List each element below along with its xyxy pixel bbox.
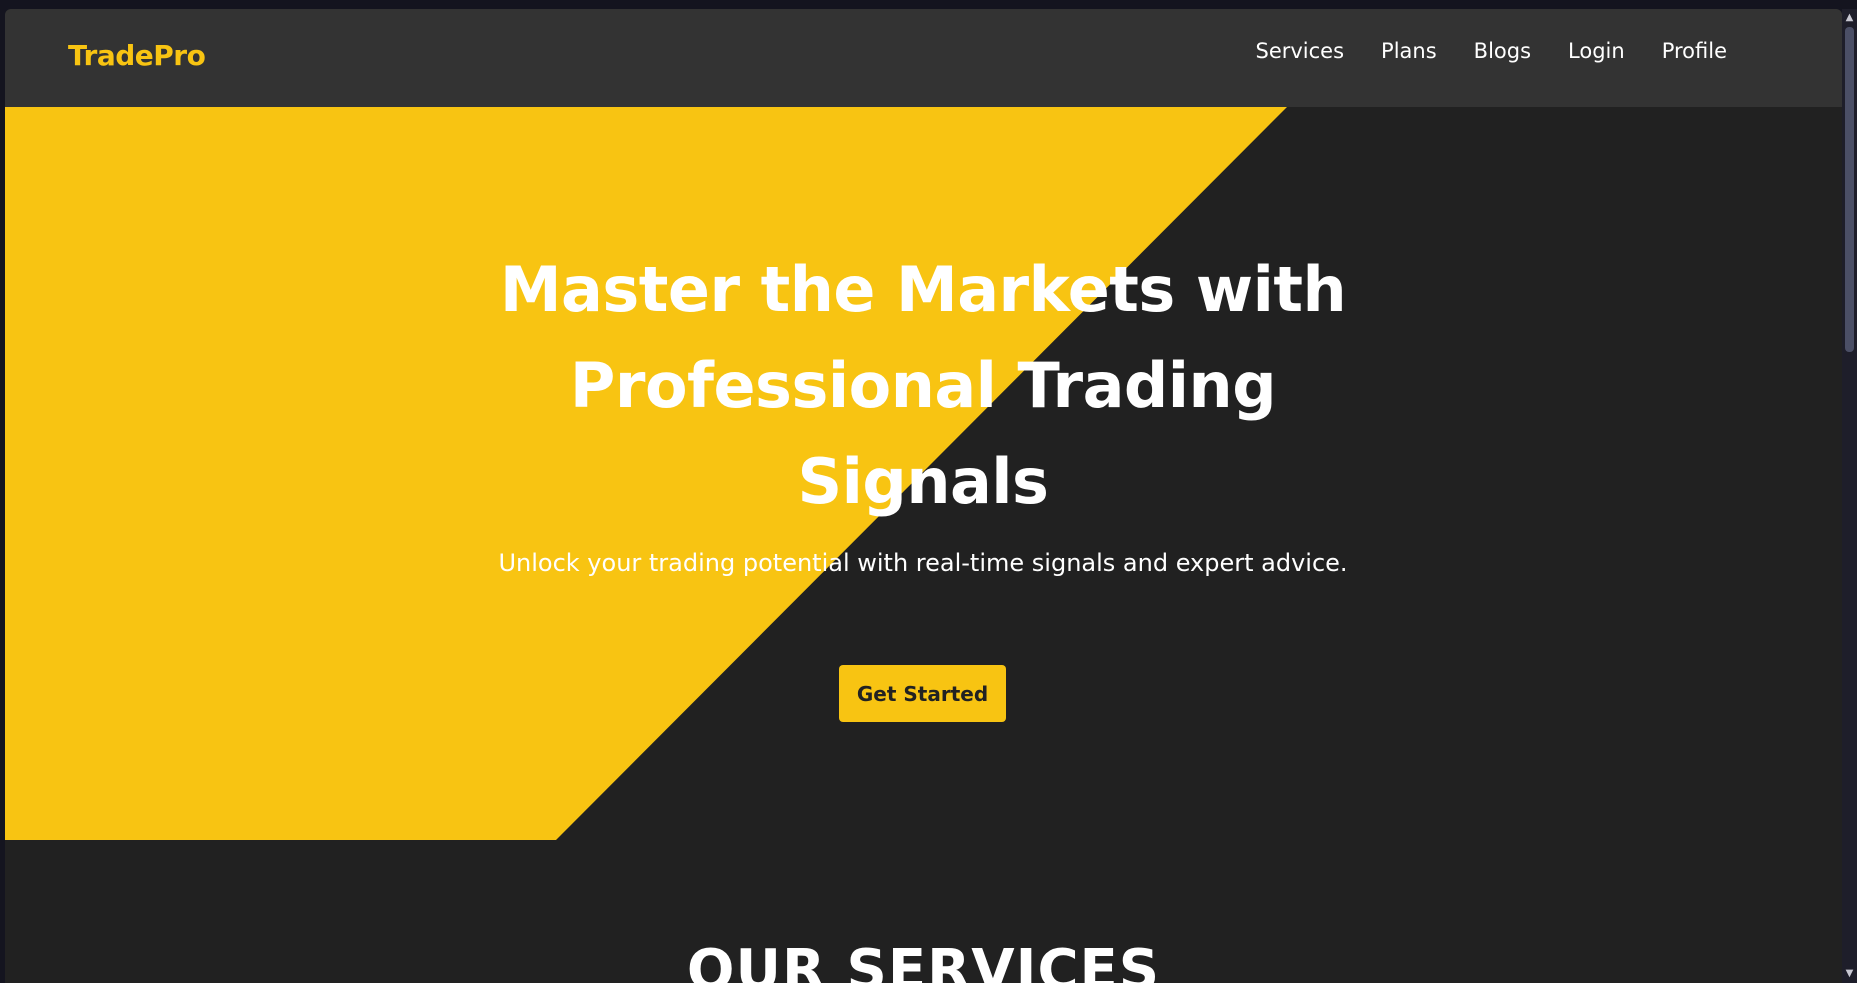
nav-item-plans[interactable]: Plans [1381, 39, 1437, 63]
navbar: TradePro Services Plans Blogs Login Prof… [5, 9, 1842, 107]
hero-title: Master the Markets with Professional Tra… [499, 253, 1347, 518]
chevron-up-icon[interactable]: ▲ [1842, 11, 1857, 25]
nav-item-services[interactable]: Services [1255, 39, 1344, 63]
nav-item-blogs[interactable]: Blogs [1474, 39, 1531, 63]
nav-links: Services Plans Blogs Login Profile [1255, 39, 1727, 63]
chevron-down-icon[interactable]: ▼ [1842, 967, 1857, 981]
browser-viewport: TradePro Services Plans Blogs Login Prof… [5, 9, 1842, 983]
nav-item-login[interactable]: Login [1568, 39, 1625, 63]
scrollbar-thumb[interactable] [1845, 27, 1854, 352]
vertical-scrollbar[interactable]: ▲ ▼ [1842, 9, 1857, 983]
hero-subtitle: Unlock your trading potential with real-… [498, 549, 1348, 577]
brand-logo[interactable]: TradePro [68, 39, 206, 72]
nav-item-profile[interactable]: Profile [1662, 39, 1727, 63]
services-heading: OUR SERVICES [686, 938, 1161, 983]
hero-section: Master the Markets with Professional Tra… [5, 107, 1842, 840]
get-started-button[interactable]: Get Started [839, 665, 1006, 722]
